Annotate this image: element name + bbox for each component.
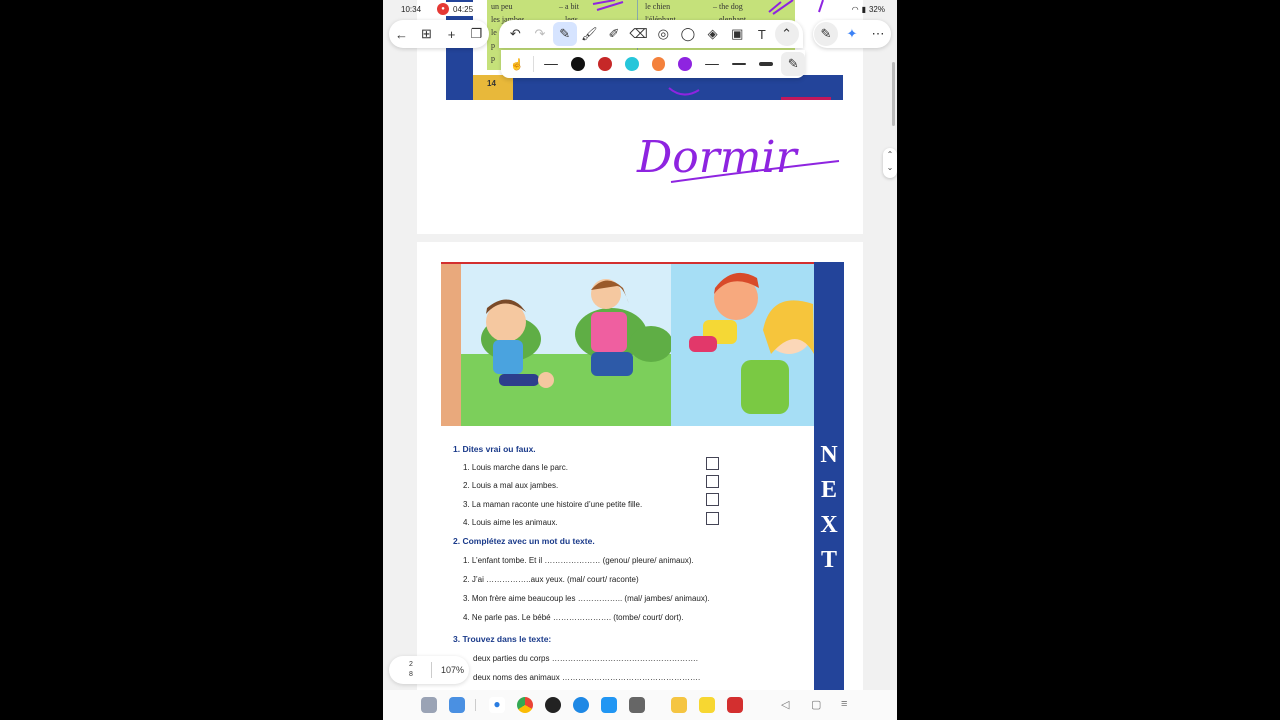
- chrome-app-icon[interactable]: [517, 697, 533, 713]
- status-icons: ◠ ▮ 32%: [852, 5, 885, 14]
- highlighter-icon[interactable]: ✐: [602, 22, 626, 46]
- side-letter: X: [820, 512, 838, 538]
- record-icon: ●: [437, 3, 449, 15]
- shape-icon[interactable]: ◎: [651, 22, 675, 46]
- pen-notes-app-icon[interactable]: [699, 697, 715, 713]
- document-page-2: N E X T 1. Dites vrai ou faux. 1. Louis …: [417, 242, 863, 702]
- translate-app-icon[interactable]: [727, 697, 743, 713]
- grid-icon[interactable]: ⊞: [415, 22, 439, 46]
- side-letter: N: [820, 442, 838, 468]
- answer-checkbox[interactable]: [706, 493, 719, 506]
- zoom-level[interactable]: 107%: [441, 665, 464, 675]
- pen-options-row: ☝ ✎: [501, 50, 806, 78]
- chevron-up-icon[interactable]: ⌃: [883, 148, 897, 161]
- answer-checkbox[interactable]: [706, 512, 719, 525]
- record-time: 04:25: [453, 4, 474, 14]
- exercise-item: 3. La maman raconte une histoire d’une p…: [463, 500, 643, 509]
- exercise-3-title: 3. Trouvez dans le texte:: [453, 634, 552, 644]
- exercise-item: deux parties du corps …………………………………………………: [473, 654, 698, 663]
- pen-icon[interactable]: ✎: [552, 22, 577, 46]
- thin-line-option[interactable]: [544, 63, 559, 65]
- messages-app-icon[interactable]: ●: [489, 697, 505, 713]
- brush-icon[interactable]: 🖌: [577, 22, 601, 46]
- more-icon[interactable]: ⋯: [866, 22, 890, 46]
- touch-pen-icon[interactable]: ☝: [505, 52, 529, 76]
- eraser-icon[interactable]: ⌫: [627, 22, 651, 46]
- page-indicator[interactable]: 2 8 107%: [389, 656, 469, 684]
- nav-pill: ← ⊞ + ❐: [389, 20, 489, 48]
- camera-app-icon[interactable]: [545, 697, 561, 713]
- chevron-down-icon[interactable]: ⌄: [883, 161, 897, 174]
- add-icon[interactable]: +: [440, 22, 464, 46]
- fill-icon[interactable]: ◈: [701, 22, 725, 46]
- color-swatch-cyan[interactable]: [624, 57, 639, 71]
- status-bar: 10:34 ● 04:25 ◠ ▮ 32%: [383, 0, 897, 20]
- line-width-medium[interactable]: [732, 63, 746, 65]
- exercise-item: 2. J’ai ……………..aux yeux. (mal/ court/ ra…: [463, 575, 639, 584]
- collapse-chevron-icon[interactable]: ⌃: [774, 22, 799, 46]
- exercise-item: 3. Mon frère aime beaucoup les …………….. (…: [463, 594, 710, 603]
- pen-settings-icon[interactable]: ✎: [814, 22, 838, 46]
- current-page: 2: [409, 661, 413, 668]
- line-width-thin[interactable]: [705, 63, 720, 65]
- folder-app-icon[interactable]: [671, 697, 687, 713]
- nav-home-icon[interactable]: ▢: [811, 698, 821, 711]
- wifi-icon: ◠: [851, 5, 859, 14]
- back-arrow-icon[interactable]: ←: [390, 22, 414, 46]
- color-swatch-black[interactable]: [571, 57, 585, 71]
- answer-checkbox[interactable]: [706, 475, 719, 488]
- total-pages: 8: [409, 671, 413, 678]
- page-counter: 2 8: [409, 660, 413, 680]
- exercise-item: 2. Louis a mal aux jambes.: [463, 481, 559, 490]
- options-divider: [532, 56, 534, 72]
- settings-app-icon[interactable]: [629, 697, 645, 713]
- top-toolbar: ← ⊞ + ❐ ↶ ↷ ✎ 🖌 ✐ ⌫ ◎ ◯ ◈ ▣ T ⌃ ✎ ✦ ⋯: [389, 20, 891, 50]
- pages-icon[interactable]: ❐: [465, 22, 489, 46]
- app-dock: ● ◁ ▢ ≡: [383, 690, 897, 720]
- children-illustration: [441, 264, 814, 426]
- drawing-tools-pill: ↶ ↷ ✎ 🖌 ✐ ⌫ ◎ ◯ ◈ ▣ T ⌃: [499, 20, 803, 48]
- undo-icon[interactable]: ↶: [503, 22, 527, 46]
- exercise-1-title: 1. Dites vrai ou faux.: [453, 444, 536, 454]
- scrollbar[interactable]: [892, 62, 895, 126]
- extra-tools-pill: ✎ ✦ ⋯: [813, 20, 891, 48]
- page-scroll-arrows[interactable]: ⌃ ⌄: [883, 148, 897, 178]
- color-swatch-orange[interactable]: [651, 57, 666, 71]
- nav-recents-icon[interactable]: ≡: [841, 698, 847, 710]
- lasso-icon[interactable]: ◯: [676, 22, 700, 46]
- illustration: [441, 264, 814, 426]
- side-letter: E: [820, 477, 837, 503]
- exercise-item: deux noms des animaux …………………………………………….: [473, 673, 701, 682]
- files-app-icon[interactable]: [449, 697, 465, 713]
- app-drawer-icon[interactable]: [421, 697, 437, 713]
- exercise-item: 1. Louis marche dans le parc.: [463, 463, 568, 472]
- side-letter: T: [820, 547, 837, 573]
- color-swatch-red[interactable]: [597, 57, 612, 71]
- notes-app-icon[interactable]: [573, 697, 589, 713]
- line-width-thick[interactable]: [758, 62, 773, 66]
- pen-style-icon[interactable]: ✎: [781, 52, 806, 76]
- exercise-item: 1. L’enfant tombe. Et il ………………… (genou/…: [463, 556, 694, 565]
- next-side-band: [814, 262, 844, 690]
- battery-icon: ▮: [861, 5, 866, 14]
- exercise-2-title: 2. Complétez avec un mot du texte.: [453, 536, 595, 546]
- image-icon[interactable]: ▣: [725, 22, 749, 46]
- exercise-item: 4. Louis aime les animaux.: [463, 518, 558, 527]
- ai-sparkle-icon[interactable]: ✦: [840, 22, 864, 46]
- color-swatch-purple[interactable]: [678, 57, 693, 71]
- text-icon[interactable]: T: [750, 22, 774, 46]
- nav-back-icon[interactable]: ◁: [781, 698, 789, 711]
- gallery-app-icon[interactable]: [601, 697, 617, 713]
- screen-record-indicator[interactable]: ● 04:25: [435, 2, 480, 16]
- redo-icon[interactable]: ↷: [528, 22, 552, 46]
- dock-divider: [475, 699, 476, 711]
- tablet-screen: un peu les jambes le p p – a bit – legs …: [383, 0, 897, 720]
- exercise-item: 4. Ne parle pas. Le bébé …………………. (tombe…: [463, 613, 684, 622]
- answer-checkbox[interactable]: [706, 457, 719, 470]
- indicator-divider: [431, 662, 432, 678]
- screen: un peu les jambes le p p – a bit – legs …: [0, 0, 1280, 720]
- battery-level: 32%: [868, 5, 885, 14]
- clock: 10:34: [401, 5, 422, 14]
